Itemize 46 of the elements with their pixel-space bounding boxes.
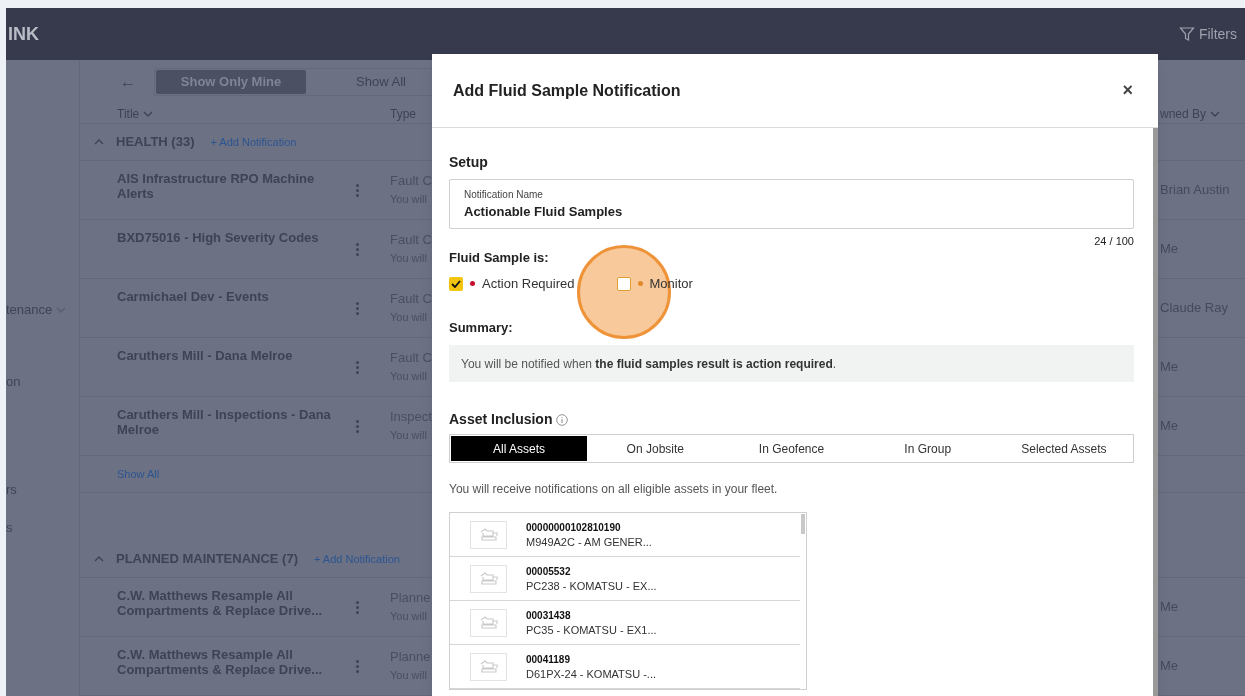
logo-text: INK	[7, 22, 39, 46]
notification-name-field[interactable]: Notification Name Actionable Fluid Samples	[449, 179, 1134, 229]
asset-row[interactable]: 00000000102810190 M949A2C - AM GENER...	[450, 513, 800, 557]
asset-tab[interactable]: In Group	[859, 436, 996, 461]
close-button[interactable]: ×	[1122, 77, 1137, 104]
excavator-icon	[478, 571, 499, 586]
sort-caret-icon	[1210, 110, 1221, 117]
asset-id: 00005532	[526, 564, 572, 579]
modal-title: Add Fluid Sample Notification	[453, 80, 681, 101]
asset-id: 00000000102810190	[526, 520, 622, 535]
funnel-icon	[1178, 26, 1195, 42]
asset-tab[interactable]: In Geofence	[723, 436, 860, 461]
asset-description: PC35 - KOMATSU - EX1...	[526, 622, 657, 638]
option-label: Action Required	[482, 275, 575, 293]
character-counter: 24 / 100	[1094, 234, 1134, 249]
section-heading: Fluid Sample is:	[449, 248, 550, 267]
section-heading: Asset Inclusion	[449, 410, 553, 429]
asset-id: 00041189	[526, 652, 571, 667]
add-notification-link[interactable]: + Add Notification	[210, 133, 297, 151]
excavator-icon	[478, 615, 499, 630]
scrollbar-thumb[interactable]	[1153, 128, 1158, 696]
show-all-link[interactable]: Show All	[117, 465, 160, 483]
asset-tab[interactable]: On Jobsite	[587, 436, 724, 461]
asset-tab[interactable]: Selected Assets	[995, 436, 1132, 461]
filters-button[interactable]: Filters	[1178, 23, 1237, 45]
info-icon[interactable]	[556, 413, 569, 426]
summary-text: You will be notified when the fluid samples result is action required.	[461, 355, 837, 373]
asset-description: PC238 - KOMATSU - EX...	[526, 578, 657, 594]
back-button[interactable]: ←	[120, 70, 136, 95]
asset-row[interactable]: 00041189 D61PX-24 - KOMATSU -...	[450, 645, 800, 689]
asset-description: D61PX-24 - KOMATSU -...	[526, 666, 656, 682]
asset-id: 00031438	[526, 608, 572, 623]
asset-tab[interactable]: All Assets	[451, 436, 588, 461]
asset-row[interactable]: 00005532 PC238 - KOMATSU - EX...	[450, 557, 800, 601]
checkmark-icon	[451, 279, 461, 288]
excavator-icon	[478, 527, 499, 542]
add-notification-link[interactable]: + Add Notification	[314, 550, 400, 568]
asset-note: You will receive notifications on all eligible assets in your fleet.	[449, 481, 779, 498]
asset-row[interactable]: 00031438 PC35 - KOMATSU - EX1...	[450, 601, 800, 645]
excavator-icon	[478, 659, 499, 674]
list-scrollbar-thumb[interactable]	[801, 514, 805, 534]
section-heading: Setup	[449, 153, 489, 172]
section-heading: Summary:	[449, 318, 514, 337]
checkbox[interactable]	[449, 276, 463, 291]
sort-caret-icon	[143, 110, 154, 117]
asset-description: M949A2C - AM GENER...	[526, 534, 652, 550]
